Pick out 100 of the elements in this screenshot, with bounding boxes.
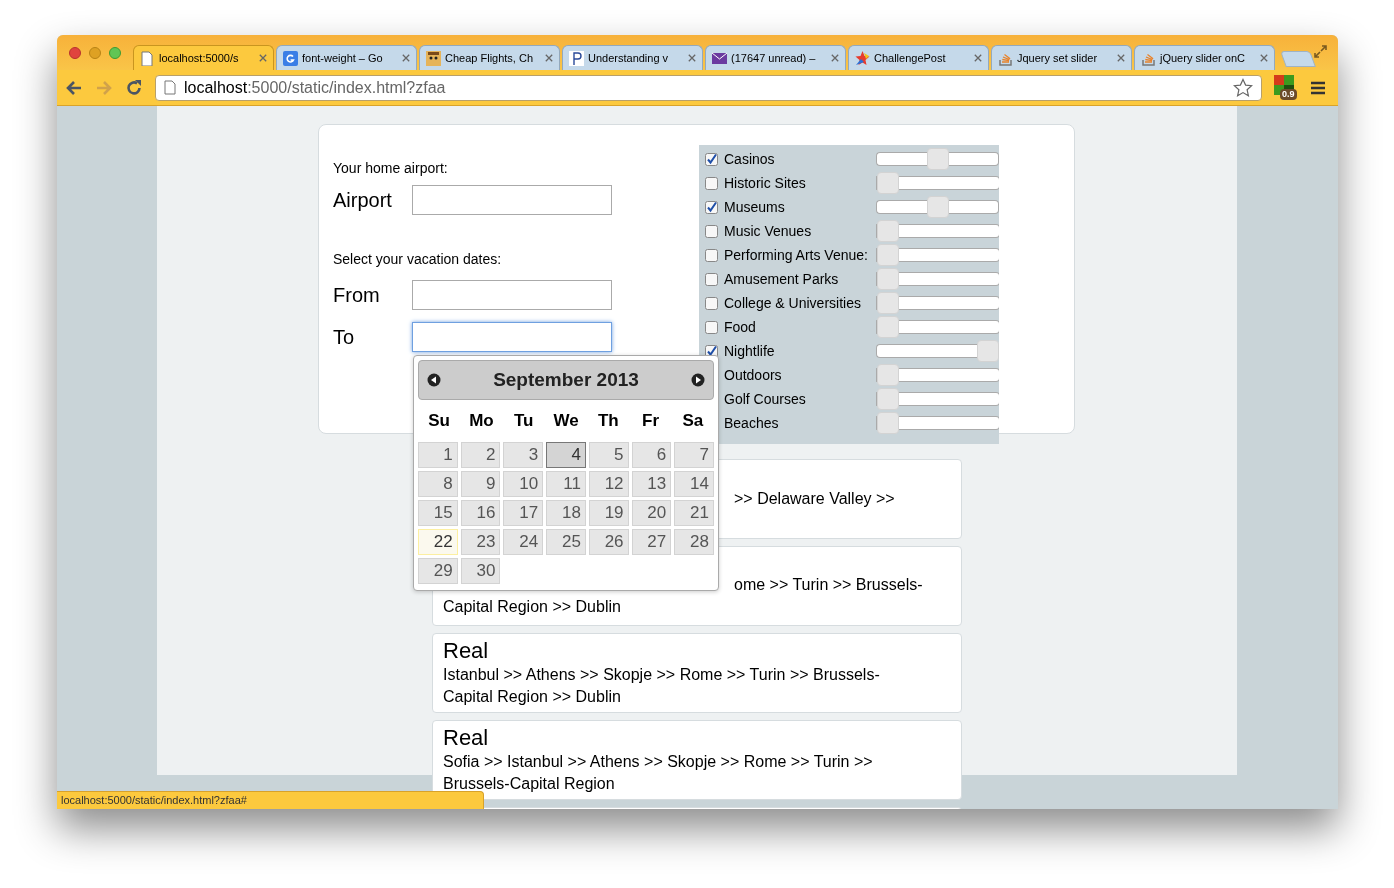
tab-title: ChallengePost (874, 50, 947, 66)
slider[interactable] (876, 316, 999, 338)
starburst-icon (855, 50, 870, 66)
minimize-window-button[interactable] (89, 46, 101, 59)
browser-tab[interactable]: jQuery slider onC (1134, 45, 1275, 70)
calendar-day[interactable]: 30 (460, 558, 501, 584)
route-title: Real (443, 638, 490, 664)
browser-tab[interactable]: Understanding v (562, 45, 703, 70)
form-prompt: Select your vacation dates: (333, 250, 502, 269)
text-field[interactable] (412, 185, 612, 215)
reload-icon[interactable] (125, 78, 143, 97)
checkbox[interactable] (705, 272, 718, 286)
weekday-label: We (552, 410, 580, 433)
calendar-day[interactable]: 21 (674, 500, 714, 526)
calendar-day[interactable]: 8 (418, 471, 458, 497)
checkbox[interactable] (705, 200, 718, 214)
calendar-day[interactable]: 10 (503, 471, 544, 497)
calendar-day[interactable]: 19 (588, 500, 629, 526)
field-label: To (333, 325, 356, 350)
calendar-day[interactable]: 28 (674, 529, 714, 555)
color-grid-extension-icon[interactable] (1274, 74, 1294, 95)
address-bar[interactable]: localhost:5000/static/index.html?zfaa (155, 74, 1262, 101)
calendar-day[interactable]: 4 (546, 442, 586, 468)
calendar-day[interactable]: 18 (546, 500, 586, 526)
close-icon[interactable] (1117, 54, 1125, 62)
fullscreen-icon[interactable] (1313, 44, 1328, 59)
browser-tab[interactable]: Cheap Flights, Ch (419, 45, 560, 70)
close-icon[interactable] (1260, 54, 1268, 62)
calendar-day[interactable]: 17 (503, 500, 544, 526)
interest-label: Nightlife (724, 341, 776, 361)
calendar-day[interactable]: 29 (418, 558, 458, 584)
calendar-day[interactable]: 2 (460, 442, 501, 468)
close-icon[interactable] (974, 54, 982, 62)
previous-month-icon[interactable] (427, 373, 441, 387)
close-icon[interactable] (259, 54, 267, 62)
checkbox[interactable] (705, 248, 718, 262)
close-icon[interactable] (402, 54, 410, 62)
slider[interactable] (876, 196, 999, 218)
calendar-day[interactable]: 14 (674, 471, 714, 497)
slider[interactable] (876, 148, 999, 170)
calendar-day[interactable]: 15 (418, 500, 458, 526)
slider[interactable] (876, 388, 999, 410)
calendar-day[interactable]: 25 (546, 529, 586, 555)
browser-tab[interactable]: font-weight – Go (276, 45, 417, 70)
route-text: Brussels-Capital Region (443, 774, 616, 794)
calendar-day[interactable]: 26 (588, 529, 629, 555)
menu-icon[interactable] (1310, 79, 1326, 96)
slider[interactable] (876, 172, 999, 194)
calendar-day[interactable]: 22 (418, 529, 458, 555)
calendar-day[interactable]: 20 (631, 500, 672, 526)
calendar-day[interactable]: 3 (503, 442, 544, 468)
text-field[interactable] (412, 280, 612, 310)
calendar-day[interactable]: 13 (631, 471, 672, 497)
interest-label: College & Universities (724, 293, 862, 313)
back-icon[interactable] (65, 78, 83, 97)
slider[interactable] (876, 244, 999, 266)
route-text: ome >> Turin >> Brussels- (734, 575, 924, 595)
checkbox[interactable] (705, 152, 718, 166)
slider[interactable] (876, 220, 999, 242)
bookmark-star-icon[interactable] (1233, 77, 1253, 98)
interest-label: Historic Sites (724, 173, 807, 193)
calendar-day[interactable]: 12 (588, 471, 629, 497)
next-month-icon[interactable] (691, 373, 705, 387)
calendar-day[interactable]: 1 (418, 442, 458, 468)
checkbox[interactable] (705, 320, 718, 334)
slider[interactable] (876, 292, 999, 314)
close-window-button[interactable] (69, 46, 81, 59)
letter-p-icon (569, 50, 584, 66)
slider[interactable] (876, 340, 999, 362)
calendar-day[interactable]: 9 (460, 471, 501, 497)
close-icon[interactable] (831, 54, 839, 62)
close-icon[interactable] (545, 54, 553, 62)
checkbox[interactable] (705, 296, 718, 310)
calendar-day[interactable]: 7 (674, 442, 714, 468)
slider[interactable] (876, 268, 999, 290)
weekday-label: Sa (681, 410, 705, 433)
calendar-day[interactable]: 24 (503, 529, 544, 555)
tab-title: Understanding v (588, 50, 670, 66)
browser-tab[interactable]: ChallengePost (848, 45, 989, 70)
text-field[interactable] (412, 322, 612, 352)
browser-tab[interactable]: (17647 unread) – (705, 45, 846, 70)
browser-tab[interactable]: localhost:5000/s (133, 45, 274, 70)
slider[interactable] (876, 364, 999, 386)
calendar-day[interactable]: 11 (546, 471, 586, 497)
interest-label: Museums (724, 197, 786, 217)
zoom-window-button[interactable] (109, 46, 121, 59)
calendar-day[interactable]: 6 (631, 442, 672, 468)
calendar-day[interactable]: 16 (460, 500, 501, 526)
checkbox[interactable] (705, 176, 718, 190)
calendar-day[interactable]: 23 (460, 529, 501, 555)
weekday-label: Su (427, 410, 451, 433)
calendar-day[interactable]: 5 (588, 442, 629, 468)
slider[interactable] (876, 412, 999, 434)
checkbox[interactable] (705, 224, 718, 238)
interest-label: Food (724, 317, 757, 337)
tab-title: Cheap Flights, Ch (445, 50, 535, 66)
calendar-day[interactable]: 27 (631, 529, 672, 555)
browser-tab[interactable]: Jquery set slider (991, 45, 1132, 70)
close-icon[interactable] (688, 54, 696, 62)
route-text: Capital Region >> Dublin (443, 597, 622, 617)
